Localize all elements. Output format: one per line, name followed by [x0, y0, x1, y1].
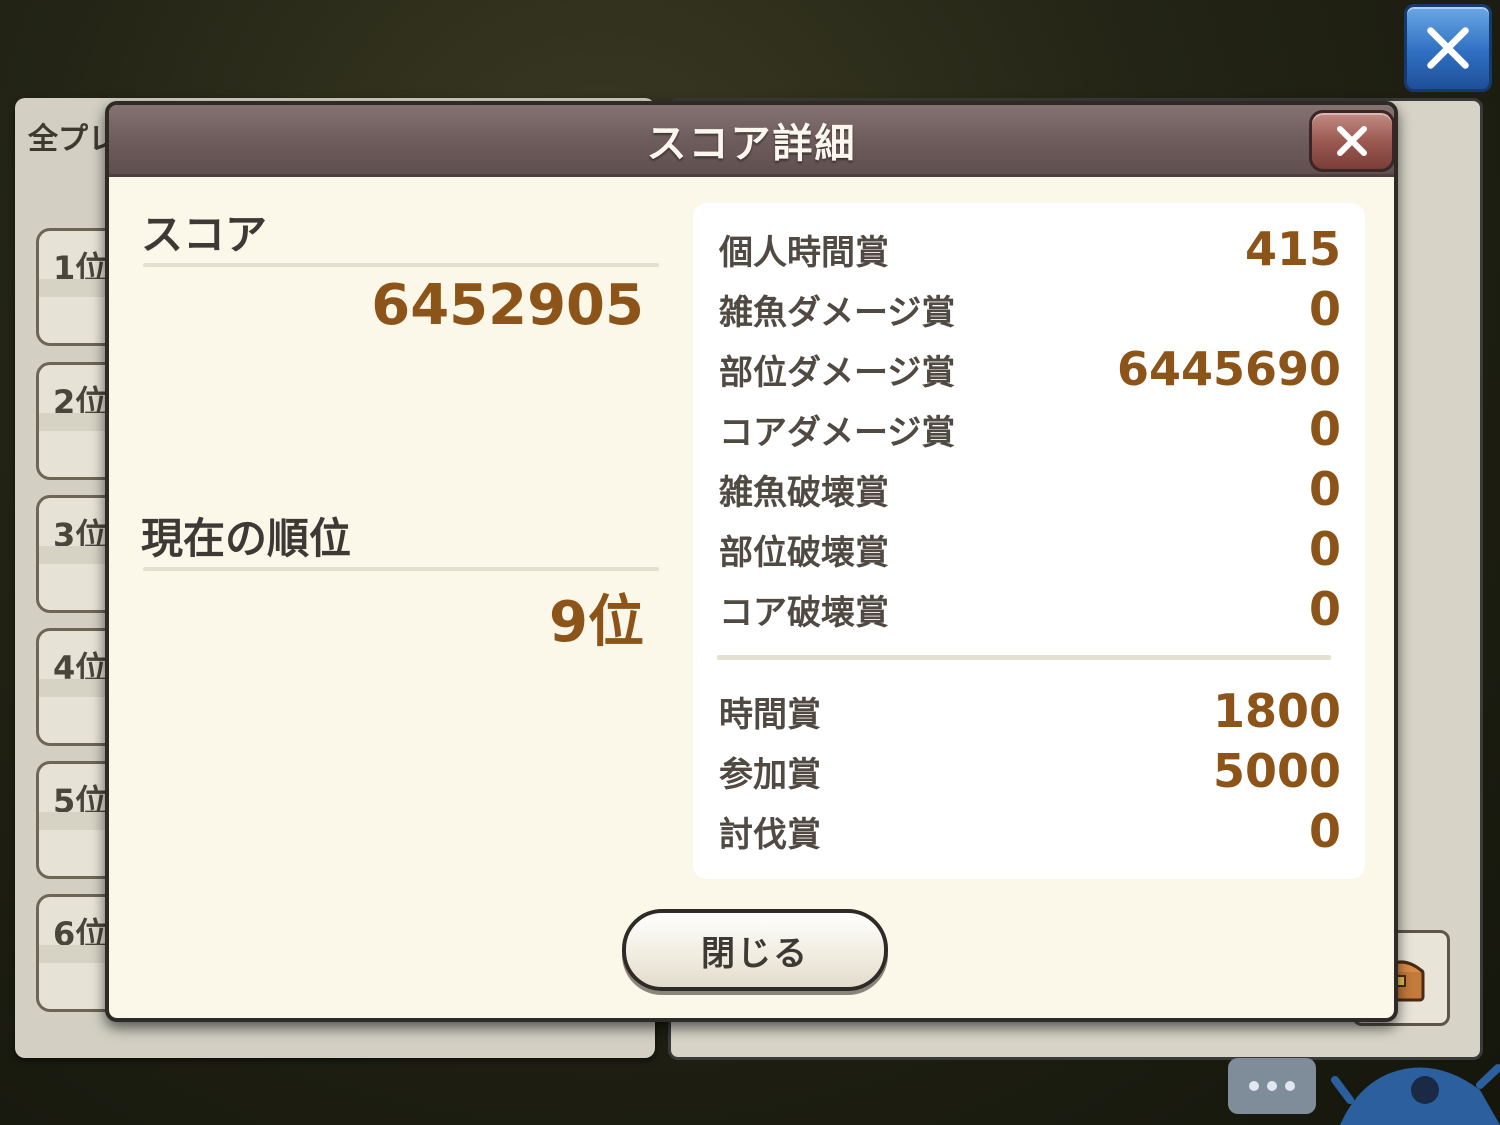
rank-divider: [143, 567, 659, 571]
chat-dot: [1267, 1081, 1277, 1091]
breakdown-row: 時間賞 1800: [719, 681, 1341, 741]
breakdown-value: 0: [1308, 402, 1341, 456]
breakdown-label: 参加賞: [719, 754, 821, 795]
rank-label: 1位: [53, 249, 108, 287]
breakdown-value: 415: [1244, 222, 1341, 276]
breakdown-label: 討伐賞: [719, 814, 821, 855]
score-breakdown: 個人時間賞 415 雑魚ダメージ賞 0 部位ダメージ賞 6445690 コアダメ…: [693, 203, 1365, 879]
breakdown-row: 部位破壊賞 0: [719, 519, 1341, 579]
breakdown-label: 部位破壊賞: [719, 532, 889, 573]
breakdown-row: 部位ダメージ賞 6445690: [719, 339, 1341, 399]
breakdown-label: コア破壊賞: [719, 592, 889, 633]
rank-label: 2位: [53, 383, 108, 421]
breakdown-value: 0: [1308, 804, 1341, 858]
breakdown-label: 個人時間賞: [719, 232, 889, 273]
dialog-header: スコア詳細: [109, 105, 1394, 177]
score-value: 6452905: [371, 273, 644, 338]
chat-dot: [1249, 1081, 1259, 1091]
breakdown-value: 5000: [1212, 744, 1341, 798]
close-dialog-button[interactable]: 閉じる: [622, 909, 888, 991]
breakdown-label: 雑魚破壊賞: [719, 472, 889, 513]
breakdown-row: 参加賞 5000: [719, 741, 1341, 801]
breakdown-label: 雑魚ダメージ賞: [719, 292, 956, 333]
breakdown-value: 0: [1308, 462, 1341, 516]
close-icon: [1337, 126, 1367, 156]
rank-label: 3位: [53, 516, 108, 554]
rank-label: 4位: [53, 649, 108, 687]
breakdown-value: 1800: [1212, 684, 1341, 738]
breakdown-value: 0: [1308, 522, 1341, 576]
breakdown-label: 部位ダメージ賞: [719, 352, 956, 393]
breakdown-label: 時間賞: [719, 694, 821, 735]
dialog-close-x-button[interactable]: [1309, 110, 1394, 172]
breakdown-row: 個人時間賞 415: [719, 219, 1341, 279]
breakdown-value: 0: [1308, 582, 1341, 636]
breakdown-row: 討伐賞 0: [719, 801, 1341, 861]
rank-label: 5位: [53, 782, 108, 820]
score-detail-dialog: スコア詳細 スコア 6452905 現在の順位 9位 個人時間賞 415 雑魚ダ…: [105, 101, 1398, 1022]
rank-label: 6位: [53, 915, 108, 953]
breakdown-row: コアダメージ賞 0: [719, 399, 1341, 459]
breakdown-value: 0: [1308, 282, 1341, 336]
rank-label: 現在の順位: [141, 514, 352, 563]
top-close-button[interactable]: [1404, 4, 1492, 92]
close-icon: [1427, 27, 1469, 69]
chat-dot: [1285, 1081, 1295, 1091]
monster-icon: [1331, 1064, 1500, 1125]
breakdown-value: 6445690: [1116, 342, 1341, 396]
breakdown-divider: [717, 655, 1331, 660]
score-divider: [143, 263, 659, 267]
breakdown-row: 雑魚ダメージ賞 0: [719, 279, 1341, 339]
chat-button[interactable]: [1228, 1058, 1316, 1114]
dialog-title: スコア詳細: [646, 120, 857, 167]
breakdown-row: 雑魚破壊賞 0: [719, 459, 1341, 519]
breakdown-label: コアダメージ賞: [719, 412, 956, 453]
breakdown-row: コア破壊賞 0: [719, 579, 1341, 639]
close-button-label: 閉じる: [701, 933, 809, 974]
score-label: スコア: [141, 210, 268, 259]
rank-value: 9位: [549, 590, 644, 655]
